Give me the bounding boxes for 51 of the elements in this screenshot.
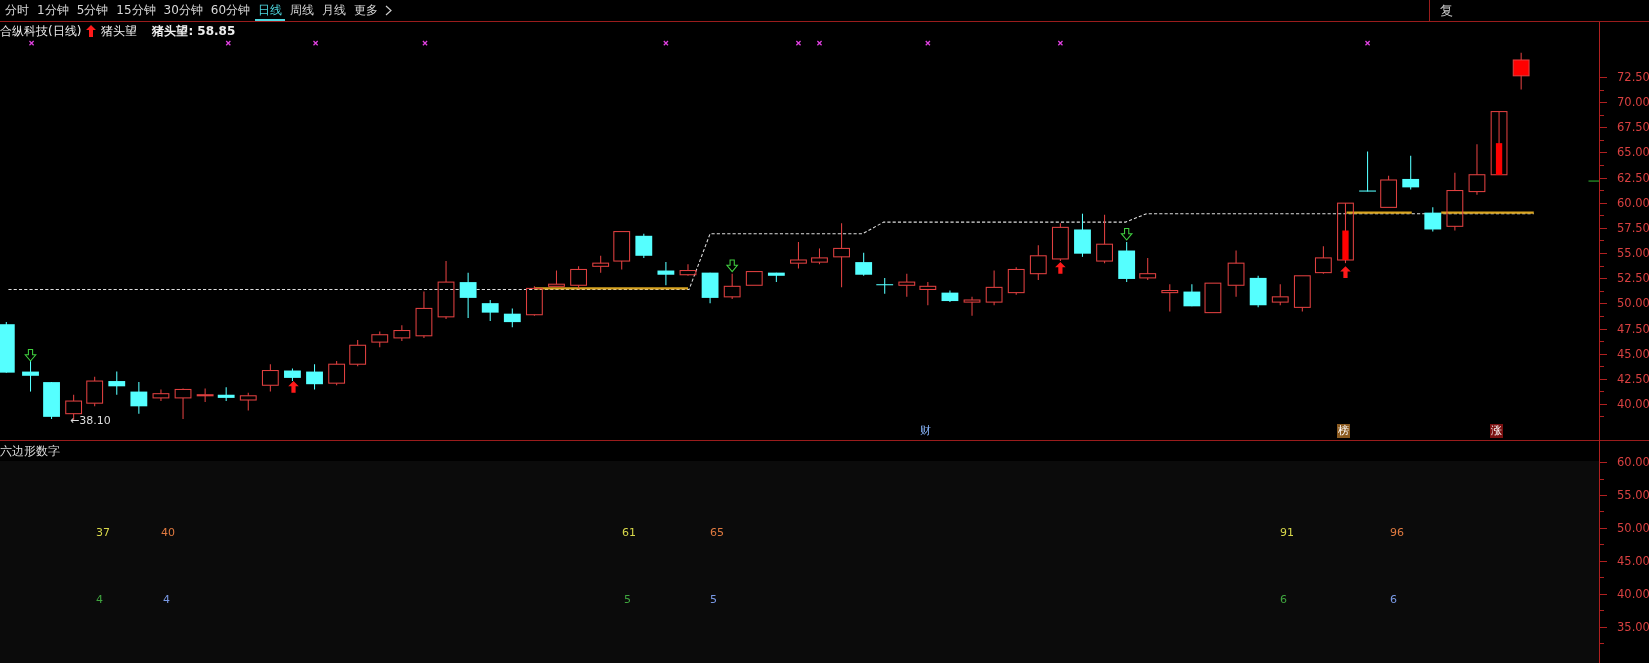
hexagon-number: 4: [163, 593, 170, 606]
axis-label: 55.00: [1617, 246, 1649, 261]
period-tab[interactable]: 分时: [2, 0, 32, 21]
axis-label: 45.00: [1617, 553, 1649, 568]
period-tab[interactable]: 15分钟: [113, 0, 159, 21]
hexagon-number: 4: [96, 593, 103, 606]
axis-label: 40.00: [1617, 396, 1649, 411]
hexagon-number: 5: [624, 593, 631, 606]
axis-label: 72.50: [1617, 70, 1649, 84]
axis-label: 52.50: [1617, 271, 1649, 286]
axis-label: 67.50: [1617, 120, 1649, 135]
period-tab[interactable]: 1分钟: [34, 0, 72, 21]
event-badge[interactable]: 涨: [1490, 424, 1503, 438]
event-badge[interactable]: 榜: [1337, 424, 1350, 438]
hexagon-number: 96: [1390, 526, 1404, 539]
hexagon-number: 37: [96, 526, 110, 539]
axis-label: 50.00: [1617, 296, 1649, 311]
restore-rights-button[interactable]: 复: [1434, 1, 1459, 20]
axis-label: 42.50: [1617, 371, 1649, 386]
indicator-readout: 猪头望: 58.85: [152, 22, 236, 40]
axis-label: 35.00: [1617, 619, 1649, 634]
hexagon-number: 40: [161, 526, 175, 539]
axis-label: 50.00: [1617, 520, 1649, 535]
period-tab[interactable]: 月线: [319, 0, 350, 21]
indicator-title: 六边形数字: [0, 442, 60, 460]
axis-label: 60.00: [1617, 195, 1649, 210]
stock-title: 合纵科技(日线): [0, 22, 82, 40]
low-price-label: ←38.10: [70, 414, 111, 427]
axis-label: 47.50: [1617, 321, 1649, 336]
axis-label: 40.00: [1617, 586, 1649, 601]
hexagon-number: 61: [622, 526, 636, 539]
axis-label: 65.00: [1617, 145, 1649, 160]
period-tab[interactable]: 60分钟: [207, 0, 254, 21]
period-tab[interactable]: 日线: [255, 0, 286, 21]
hexagon-number: 65: [710, 526, 724, 539]
hexagon-number: 6: [1390, 593, 1397, 606]
hexagon-number: 6: [1280, 593, 1287, 606]
axis-label: 62.50: [1617, 170, 1649, 185]
hexagon-number: 5: [710, 593, 717, 606]
axis-label: 57.50: [1617, 220, 1649, 235]
axis-label: 70.00: [1617, 95, 1649, 110]
indicator-name: 猪头望: [101, 22, 138, 40]
axis-label: 55.00: [1617, 487, 1649, 502]
period-tab[interactable]: 30分钟: [160, 0, 206, 21]
axis-label: 60.00: [1617, 455, 1649, 469]
period-tab[interactable]: 周线: [287, 0, 318, 21]
event-badge[interactable]: 财: [919, 424, 932, 438]
period-tab[interactable]: 更多: [351, 0, 382, 21]
hexagon-number: 91: [1280, 526, 1294, 539]
axis-label: 45.00: [1617, 346, 1649, 361]
period-tab[interactable]: 5分钟: [73, 0, 112, 21]
